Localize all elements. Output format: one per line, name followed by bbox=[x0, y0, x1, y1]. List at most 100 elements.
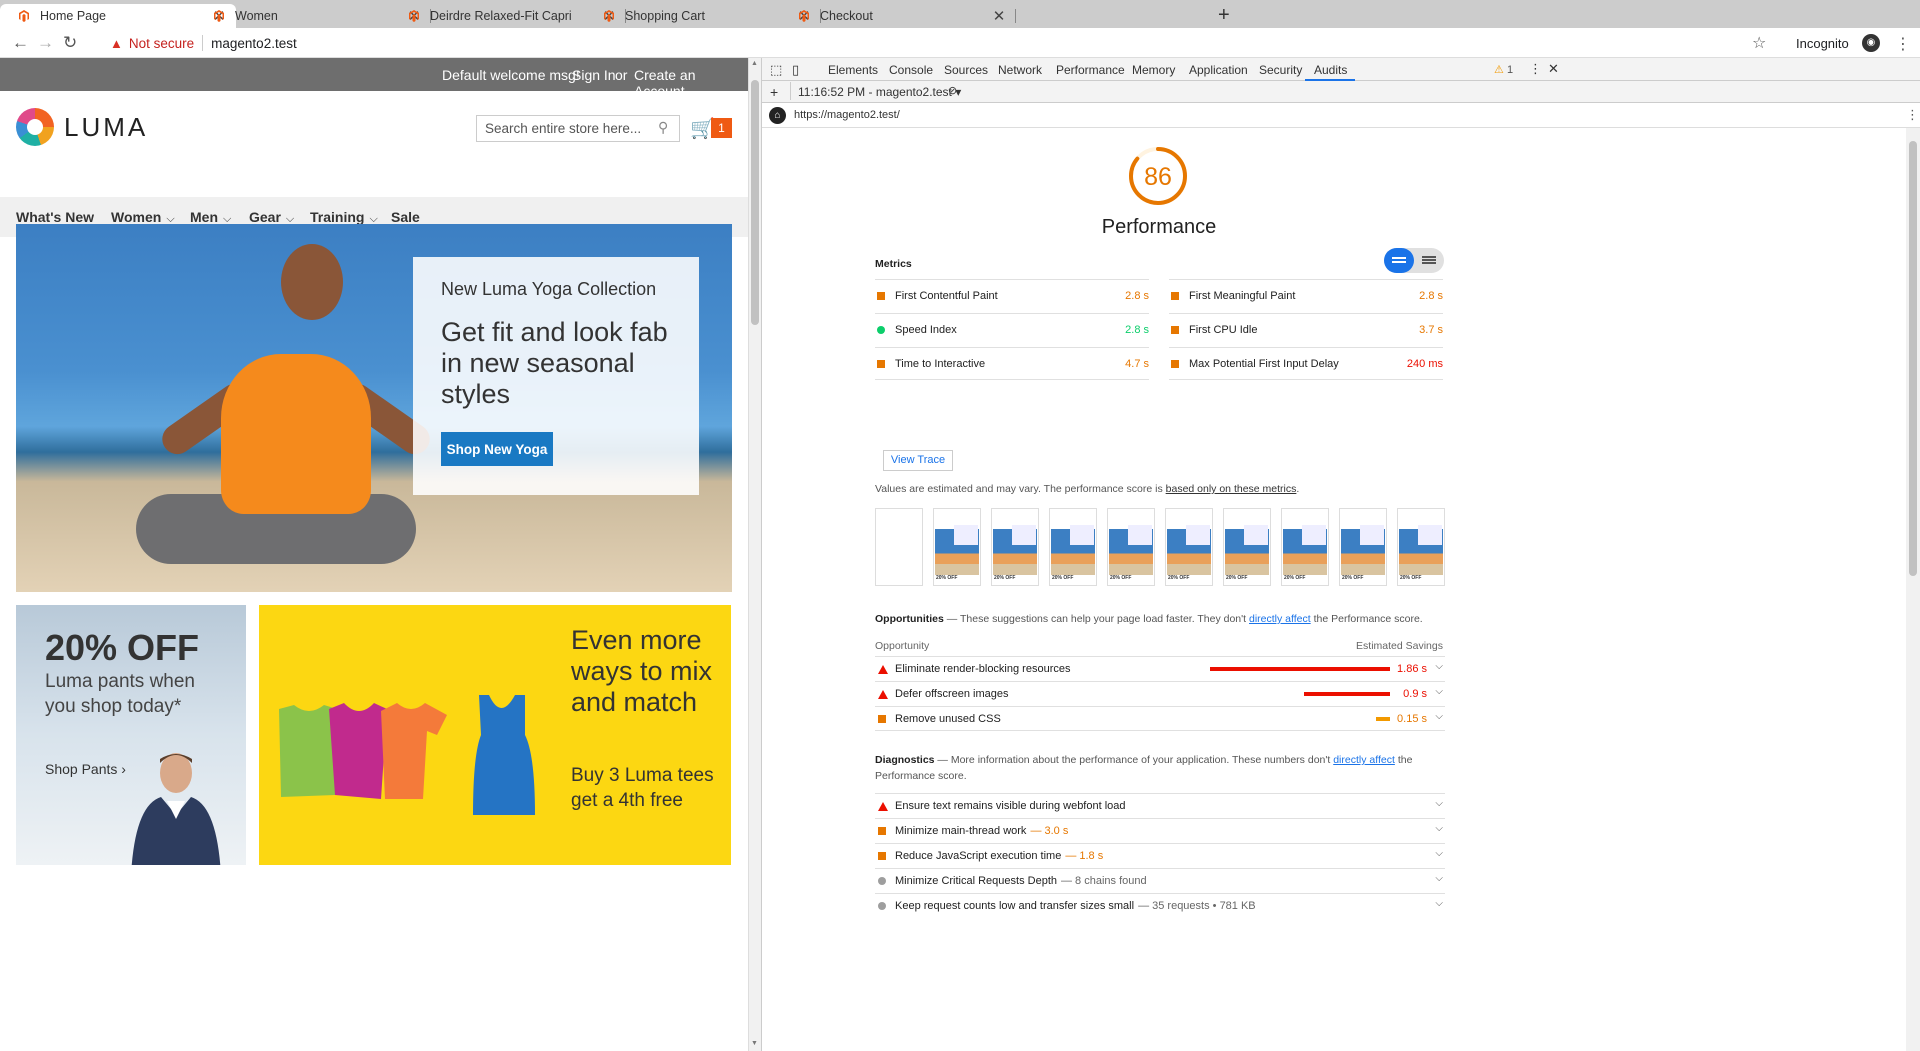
report-scrollbar[interactable] bbox=[1906, 128, 1920, 1051]
chevron-down-icon[interactable]: ⌵ bbox=[1435, 873, 1443, 884]
report-menu-icon[interactable]: ⋮ bbox=[1906, 107, 1919, 123]
chevron-down-icon[interactable]: ⌵ bbox=[1435, 798, 1443, 809]
magento-favicon-icon bbox=[798, 10, 810, 22]
fail-triangle-icon bbox=[878, 690, 888, 699]
view-trace-button[interactable]: View Trace bbox=[883, 450, 953, 471]
opportunity-row[interactable]: Remove unused CSS 0.15 s ⌵ bbox=[875, 706, 1445, 731]
back-icon[interactable]: ← bbox=[12, 33, 29, 53]
shop-new-yoga-button[interactable]: Shop New Yoga bbox=[441, 432, 553, 466]
devtools-tab-performance[interactable]: Performance bbox=[1056, 63, 1125, 77]
reload-icon[interactable]: ↻ bbox=[63, 33, 77, 53]
devtools-tab-elements[interactable]: Elements bbox=[828, 63, 878, 77]
chevron-down-icon[interactable]: ⌵ bbox=[1435, 711, 1443, 722]
hero-kicker: New Luma Yoga Collection bbox=[441, 279, 657, 299]
filmstrip-frame: 20% OFF bbox=[1281, 508, 1329, 586]
diagnostic-label: Reduce JavaScript execution time — 1.8 s bbox=[895, 850, 1103, 862]
devtools-tab-memory[interactable]: Memory bbox=[1132, 63, 1175, 77]
promo-headline: 20% OFF bbox=[45, 627, 200, 668]
section-desc: — These suggestions can help your page l… bbox=[943, 613, 1247, 625]
promo-subtext: Luma pants when you shop today* bbox=[45, 671, 195, 717]
scroll-up-icon[interactable]: ▲ bbox=[751, 60, 758, 67]
chevron-down-icon[interactable]: ⌵ bbox=[1435, 823, 1443, 834]
clear-reports-icon[interactable]: ⊘ bbox=[948, 84, 957, 97]
diagnostic-row[interactable]: Minimize main-thread work — 3.0 s ⌵ bbox=[875, 818, 1445, 843]
chevron-down-icon[interactable]: ⌵ bbox=[1435, 848, 1443, 859]
nav-item-sale[interactable]: Sale bbox=[391, 209, 420, 225]
devtools-tab-audits[interactable]: Audits bbox=[1314, 63, 1347, 77]
frame-label: 20% OFF bbox=[936, 575, 958, 581]
sign-in-link[interactable]: Sign In bbox=[572, 67, 616, 83]
security-label[interactable]: Not secure bbox=[129, 36, 194, 51]
hero-banner[interactable]: New Luma Yoga Collection Get fit and loo… bbox=[16, 224, 732, 592]
opportunity-row[interactable]: Eliminate render-blocking resources 1.86… bbox=[875, 656, 1445, 681]
scrollbar-thumb[interactable] bbox=[1909, 141, 1917, 576]
new-audit-icon[interactable]: + bbox=[770, 84, 778, 100]
magento-favicon-icon bbox=[603, 10, 615, 22]
promo-tees-image bbox=[279, 695, 535, 815]
browser-menu-icon[interactable]: ⋮ bbox=[1895, 34, 1911, 54]
close-devtools-icon[interactable]: ✕ bbox=[1548, 61, 1559, 77]
magento-favicon-icon bbox=[18, 10, 30, 22]
devtools-tab-application[interactable]: Application bbox=[1189, 63, 1248, 77]
luma-logo[interactable]: LUMA bbox=[16, 108, 148, 146]
diagnostic-row[interactable]: Keep request counts low and transfer siz… bbox=[875, 893, 1445, 918]
report-selector[interactable]: 11:16:52 PM - magento2.test ▾ bbox=[798, 85, 961, 99]
nav-item-whats-new[interactable]: What's New bbox=[16, 209, 94, 225]
metrics-view-toggle[interactable] bbox=[1384, 248, 1444, 273]
device-toolbar-icon[interactable]: ▯ bbox=[792, 62, 799, 78]
promo-subtext: Buy 3 Luma tees get a 4th free bbox=[571, 765, 714, 811]
performance-score: 86 bbox=[1144, 163, 1172, 191]
opportunity-label: Remove unused CSS bbox=[895, 713, 1001, 725]
column-header-savings: Estimated Savings bbox=[1356, 640, 1443, 652]
diagnostic-row[interactable]: Ensure text remains visible during webfo… bbox=[875, 793, 1445, 818]
devtools-tab-network[interactable]: Network bbox=[998, 63, 1042, 77]
magento-favicon-icon bbox=[408, 10, 420, 22]
incognito-icon[interactable]: ◉ bbox=[1862, 34, 1880, 52]
warning-counter[interactable]: ⚠ 1 bbox=[1494, 63, 1513, 76]
profile-label: Incognito bbox=[1796, 36, 1849, 51]
metric-value: 3.7 s bbox=[1419, 324, 1443, 336]
directly-affect-link[interactable]: directly affect bbox=[1249, 613, 1311, 625]
metric-value: 2.8 s bbox=[1125, 324, 1149, 336]
forward-icon[interactable]: → bbox=[37, 33, 54, 53]
close-tab-icon[interactable]: ✕ bbox=[992, 7, 1006, 25]
compact-view-icon[interactable] bbox=[1384, 248, 1414, 273]
devtools-tab-sources[interactable]: Sources bbox=[944, 63, 988, 77]
audited-url[interactable]: https://magento2.test/ bbox=[794, 109, 900, 121]
promo-pants-tile[interactable]: 20% OFF Luma pants when you shop today* … bbox=[16, 605, 246, 865]
devtools-menu-icon[interactable]: ⋮ bbox=[1529, 61, 1542, 77]
metric-row: Speed Index 2.8 s bbox=[875, 313, 1149, 346]
inspect-element-icon[interactable]: ⬚ bbox=[770, 62, 782, 78]
address-bar[interactable]: ▲ Not secure magento2.test bbox=[110, 31, 297, 55]
search-input[interactable]: Search entire store here... bbox=[476, 115, 680, 142]
savings-bar bbox=[1375, 717, 1390, 721]
metrics-info-link[interactable]: based only on these metrics bbox=[1166, 483, 1297, 495]
search-icon[interactable]: ⚲ bbox=[658, 119, 668, 136]
devtools-tab-console[interactable]: Console bbox=[889, 63, 933, 77]
nav-label: Women bbox=[111, 209, 162, 225]
bookmark-star-icon[interactable]: ☆ bbox=[1752, 33, 1766, 53]
promo-tees-tile[interactable]: Even more ways to mix and match Buy 3 Lu… bbox=[259, 605, 731, 865]
hero-image-model bbox=[281, 244, 343, 320]
chevron-down-icon[interactable]: ⌵ bbox=[1435, 686, 1443, 697]
browser-tab[interactable]: Checkout ✕ bbox=[780, 4, 1016, 28]
opportunity-row[interactable]: Defer offscreen images 0.9 s ⌵ bbox=[875, 681, 1445, 706]
website-scrollbar[interactable]: ▲ ▼ bbox=[748, 58, 761, 1051]
metric-row: Max Potential First Input Delay 240 ms bbox=[1169, 347, 1443, 380]
chevron-down-icon[interactable]: ⌵ bbox=[1435, 898, 1443, 909]
scroll-down-icon[interactable]: ▼ bbox=[751, 1040, 758, 1047]
diagnostic-row[interactable]: Reduce JavaScript execution time — 1.8 s … bbox=[875, 843, 1445, 868]
link-label: Shop Pants bbox=[45, 761, 118, 777]
directly-affect-link[interactable]: directly affect bbox=[1333, 754, 1395, 766]
diagnostic-hint: — 8 chains found bbox=[1061, 875, 1147, 887]
diagnostic-title: Keep request counts low and transfer siz… bbox=[895, 900, 1135, 912]
nav-label: Men bbox=[190, 209, 218, 225]
new-tab-icon[interactable]: + bbox=[1218, 4, 1230, 26]
shop-pants-link[interactable]: Shop Pants › bbox=[45, 761, 126, 777]
diagnostic-row[interactable]: Minimize Critical Requests Depth — 8 chai… bbox=[875, 868, 1445, 893]
chevron-down-icon[interactable]: ⌵ bbox=[1435, 661, 1443, 672]
cart-count-badge[interactable]: 1 bbox=[711, 118, 732, 138]
devtools-tab-security[interactable]: Security bbox=[1259, 63, 1302, 77]
url-text[interactable]: magento2.test bbox=[211, 36, 297, 51]
scrollbar-thumb[interactable] bbox=[751, 80, 759, 325]
